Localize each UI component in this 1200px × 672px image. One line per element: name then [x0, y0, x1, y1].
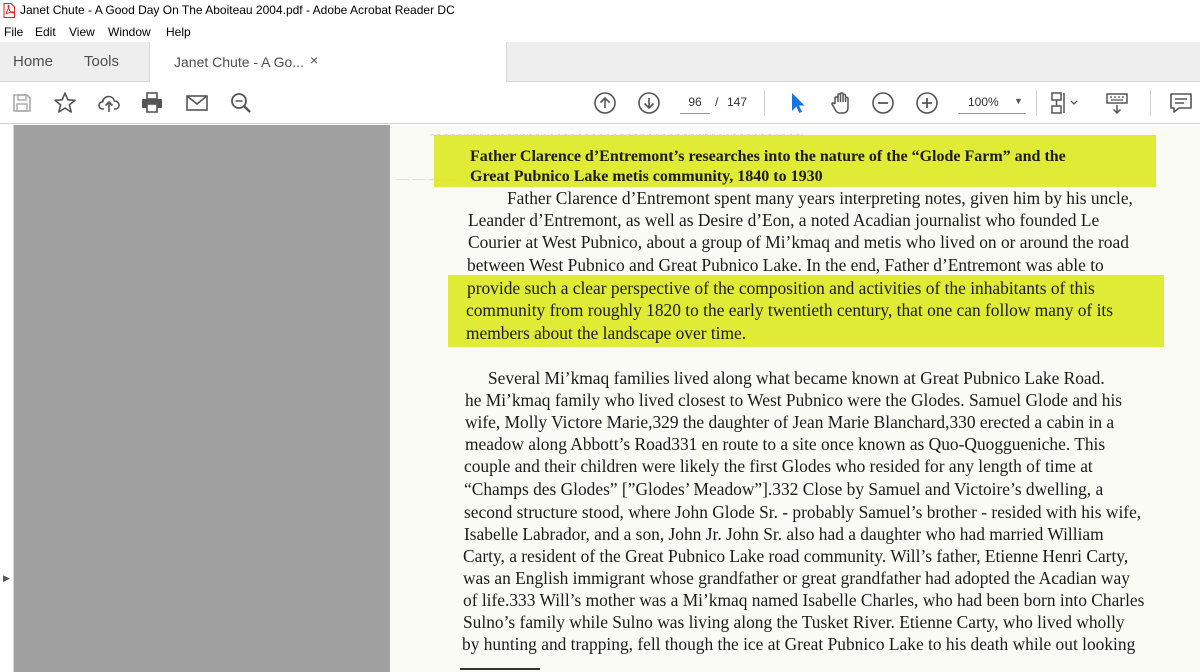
previous-page-icon[interactable]: [592, 90, 618, 116]
email-icon[interactable]: [184, 90, 210, 116]
menu-window[interactable]: Window: [108, 25, 151, 39]
pdf-file-icon: [3, 3, 15, 18]
chevron-down-icon: ▼: [1014, 96, 1023, 106]
page-total: 147: [727, 95, 748, 109]
keyboard-tool-icon[interactable]: [1104, 90, 1130, 116]
footnote-rule: [460, 668, 540, 670]
tab-home[interactable]: Home: [13, 53, 53, 70]
toolbar: / 147 100% ▼: [0, 82, 1200, 124]
paragraph-line: Sulno’s family while Sulno was living al…: [463, 612, 1125, 632]
expand-panel-icon[interactable]: ▶: [3, 573, 10, 584]
toolbar-divider: [1150, 90, 1151, 116]
select-cursor-icon[interactable]: [784, 90, 810, 116]
paragraph-line: by hunting and trapping, fell though the…: [462, 634, 1136, 654]
paragraph-line: second structure stood, where John Glode…: [464, 502, 1142, 522]
paragraph-line: “Champs des Glodes” [”Glodes’ Meadow”].3…: [464, 479, 1104, 499]
zoom-level-dropdown[interactable]: 100% ▼: [958, 90, 1026, 114]
zoom-out-icon[interactable]: [870, 90, 896, 116]
comment-icon[interactable]: [1168, 90, 1194, 116]
paragraph-line: Carty, a resident of the Great Pubnico L…: [463, 546, 1129, 566]
paragraph-line: between West Pubnico and Great Pubnico L…: [467, 255, 1104, 275]
paragraph-line: of life.333 Will’s mother was a Mi’kmaq …: [463, 590, 1145, 610]
paragraph-line: community from roughly 1820 to the early…: [466, 300, 1114, 320]
tab-document[interactable]: Janet Chute - A Go... ×: [149, 42, 507, 82]
upload-cloud-icon[interactable]: [96, 90, 122, 116]
pdf-page: ~~~~~~~~~~~~~~~~~~~~~~~~~~~~~~~~~~~~~~~~…: [390, 125, 1200, 672]
paragraph-line: wife, Molly Victore Marie,329 the daught…: [465, 412, 1115, 432]
page-separator: /: [715, 95, 719, 109]
tab-bar: Home Tools Janet Chute - A Go... ×: [0, 42, 1200, 82]
menu-file[interactable]: File: [4, 25, 23, 39]
tab-tools[interactable]: Tools: [84, 53, 119, 70]
paragraph-line: he Mi’kmaq family who lived closest to W…: [465, 390, 1123, 410]
page-display-icon[interactable]: [1048, 90, 1078, 116]
document-canvas: [14, 125, 390, 672]
paragraph-line: couple and their children were likely th…: [464, 456, 1093, 476]
menu-bar: File Edit View Window Help: [0, 22, 1200, 42]
section-heading: Father Clarence d’Entremont’s researches…: [470, 148, 1066, 165]
print-icon[interactable]: [139, 90, 165, 116]
paragraph-line: provide such a clear perspective of the …: [467, 278, 1095, 298]
paragraph-line: Leander d’Entremont, as well as Desire d…: [468, 210, 1100, 230]
save-icon[interactable]: [9, 90, 35, 116]
bookmark-star-icon[interactable]: [52, 90, 78, 116]
paragraph-line: was an English immigrant whose grandfath…: [463, 568, 1130, 588]
zoom-level-value: 100%: [968, 95, 999, 109]
paragraph-line: Several Mi’kmaq families lived along wha…: [488, 368, 1105, 388]
paragraph-line: meadow along Abbott’s Road331 en route t…: [465, 434, 1106, 454]
page-number-input[interactable]: [680, 90, 710, 114]
hand-tool-icon[interactable]: [828, 90, 854, 116]
window-title: Janet Chute - A Good Day On The Aboiteau…: [20, 3, 455, 17]
tab-document-label: Janet Chute - A Go...: [174, 54, 304, 70]
paragraph-line: Father Clarence d’Entremont spent many y…: [507, 188, 1133, 208]
paragraph-line: members about the landscape over time.: [466, 323, 747, 343]
close-tab-icon[interactable]: ×: [310, 52, 318, 68]
menu-help[interactable]: Help: [166, 25, 191, 39]
title-bar: Janet Chute - A Good Day On The Aboiteau…: [0, 0, 1200, 22]
next-page-icon[interactable]: [636, 90, 662, 116]
paragraph-line: Courier at West Pubnico, about a group o…: [468, 232, 1129, 252]
navigation-pane-collapsed: ▶: [0, 125, 14, 672]
zoom-in-icon[interactable]: [914, 90, 940, 116]
toolbar-divider: [1036, 90, 1037, 116]
menu-view[interactable]: View: [69, 25, 95, 39]
section-heading: Great Pubnico Lake metis community, 1840…: [470, 168, 823, 185]
paragraph-line: Isabelle Labrador, and a son, John Jr. J…: [464, 524, 1104, 544]
find-zoom-icon[interactable]: [228, 90, 254, 116]
menu-edit[interactable]: Edit: [35, 25, 56, 39]
toolbar-divider: [764, 90, 765, 116]
